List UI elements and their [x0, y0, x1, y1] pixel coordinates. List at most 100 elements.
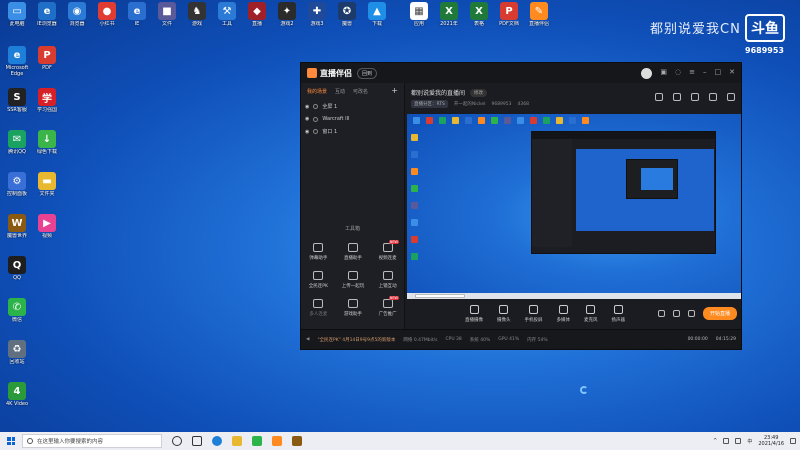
desktop-app-icon: ♻ [8, 340, 26, 358]
warcraft-icon[interactable] [292, 436, 302, 446]
start-button[interactable] [0, 432, 22, 450]
tool-item[interactable]: 直播助手 [336, 243, 371, 261]
desktop-icon[interactable]: W 魔兽世界 [2, 214, 32, 250]
screenshot-icon[interactable] [691, 93, 699, 101]
camera-icon[interactable] [657, 310, 665, 317]
control-button[interactable]: 手机投屏 [525, 305, 543, 323]
desktop-icon[interactable]: 4 4K Video [2, 382, 32, 418]
tool-item[interactable]: 上镜互动 [370, 271, 405, 289]
control-button[interactable]: 摄像头 [497, 305, 511, 323]
desktop-icon[interactable]: ✚ 游戏3 [302, 2, 332, 38]
tool-item[interactable]: 弹幕助手 [301, 243, 336, 261]
desktop-app-icon: P [500, 2, 518, 20]
desktop-icon[interactable]: ▦ 应用 [404, 2, 434, 38]
desktop-icon[interactable]: ▬ 文件夹 [32, 172, 62, 208]
network-icon[interactable] [723, 438, 730, 444]
eye-icon[interactable]: ◉ [305, 104, 309, 110]
gear-icon[interactable] [687, 310, 695, 317]
status-notice[interactable]: "全民连PK" 4月14日9号9点5的新版本 [317, 337, 395, 343]
desktop-icon[interactable]: ◆ 直播 [242, 2, 272, 38]
desktop-icon[interactable]: S SSR客服 [2, 88, 32, 124]
tool-item[interactable]: 游戏助手 [336, 299, 371, 317]
desktop-icon[interactable]: ✦ 游戏2 [272, 2, 302, 38]
desktop-icon[interactable]: ■ 文件 [152, 2, 182, 38]
minimize-icon[interactable]: – [703, 68, 707, 79]
desktop-icon[interactable]: e IE浏览器 [32, 2, 62, 38]
tool-item[interactable]: NEW 广告推广 [370, 296, 405, 317]
scene-item[interactable]: ◉ 全屏 1 [301, 100, 404, 113]
desktop-icon[interactable]: ▲ 下载 [362, 2, 392, 38]
file-explorer-icon[interactable] [232, 436, 242, 446]
scene-item[interactable]: ◉ 窗口 1 [301, 125, 404, 138]
desktop-icon[interactable]: ⚒ 工具 [212, 2, 242, 38]
chevron-up-icon[interactable]: ^ [713, 438, 717, 444]
control-button[interactable]: 扬声器 [612, 305, 625, 323]
desktop-icon[interactable]: P PDF [32, 46, 62, 82]
room-category[interactable]: 直播分区：RTS [411, 100, 448, 108]
wechat-icon[interactable] [252, 436, 262, 446]
tab-rename[interactable]: 可改名 [353, 88, 368, 95]
tool-item[interactable]: 全民连PK [301, 271, 336, 289]
desktop-icon[interactable]: Q QQ [2, 256, 32, 292]
desktop-icon[interactable]: ✆ 微信 [2, 298, 32, 334]
control-button[interactable]: 麦克风 [584, 305, 598, 323]
edge-icon[interactable] [212, 436, 222, 446]
eye-icon[interactable]: ◉ [305, 129, 309, 135]
maximize-icon[interactable]: □ [715, 68, 722, 79]
close-icon[interactable]: ✕ [729, 68, 735, 79]
notification-icon[interactable] [790, 438, 796, 444]
tool-item[interactable]: NEW 视频连麦 [370, 240, 405, 261]
menu-icon[interactable]: ≡ [689, 68, 695, 79]
lock-icon[interactable] [673, 93, 681, 101]
eye-icon[interactable]: ◉ [305, 116, 309, 122]
desktop-icon[interactable]: X 表格 [464, 2, 494, 38]
task-view-icon[interactable] [192, 436, 202, 446]
start-stream-button[interactable]: 开始直播 [702, 307, 737, 320]
control-icon [558, 305, 568, 314]
desktop-icon[interactable]: e IE [122, 2, 152, 38]
lock-icon[interactable] [313, 104, 319, 109]
avatar[interactable] [641, 67, 653, 79]
layout-icon[interactable] [655, 93, 663, 101]
settings-icon[interactable]: ▣ [660, 68, 667, 79]
desktop-icon[interactable]: ▶ 视频 [32, 214, 62, 250]
desktop-icon[interactable]: ● 小红书 [92, 2, 122, 38]
lock-icon[interactable] [313, 116, 319, 122]
desktop-icon[interactable]: ⚙ 控制面板 [2, 172, 32, 208]
cortana-icon[interactable] [172, 436, 182, 446]
record-icon[interactable] [672, 310, 680, 317]
skin-icon[interactable]: ◌ [675, 68, 681, 79]
desktop-icon[interactable]: ✪ 魔兽 [332, 2, 362, 38]
volume-icon[interactable] [735, 438, 742, 444]
expand-icon[interactable] [727, 93, 735, 101]
stream-preview[interactable] [407, 114, 741, 299]
desktop-icon[interactable]: ✎ 直播伴侣 [524, 2, 554, 38]
tool-item[interactable]: 上传一起玩 [336, 271, 371, 289]
scene-item[interactable]: ◉ Warcraft III [301, 113, 404, 125]
app-badge[interactable]: 回到 [357, 67, 378, 79]
control-button[interactable]: 多媒体 [557, 305, 570, 323]
tool-icon [347, 243, 358, 252]
desktop-icon[interactable]: ✉ 腾讯QQ [2, 130, 32, 166]
desktop-icon[interactable]: ♞ 游戏 [182, 2, 212, 38]
edit-title-button[interactable]: 修改 [470, 88, 488, 97]
tool-item[interactable]: 多人连麦 [301, 299, 336, 317]
lock-icon[interactable] [313, 129, 319, 134]
add-scene-icon[interactable]: + [391, 87, 398, 95]
desktop-icon[interactable]: X 2021年 [434, 2, 464, 38]
bell-icon[interactable] [709, 93, 717, 101]
streaming-app-icon[interactable] [272, 436, 282, 446]
desktop-icon[interactable]: P PDF文档 [494, 2, 524, 38]
taskbar-search[interactable]: 在这里输入你要搜索的内容 [22, 434, 162, 448]
desktop-icon[interactable]: e Microsoft Edge [2, 46, 32, 82]
tab-my-scenes[interactable]: 我的场景 [307, 88, 327, 95]
desktop-icon[interactable]: ▭ 此电脑 [2, 2, 32, 38]
clock[interactable]: 23:49 2021/4/16 [758, 435, 784, 447]
desktop-icon[interactable]: ♻ 回收站 [2, 340, 32, 376]
tab-interact[interactable]: 互动 [335, 88, 345, 95]
control-button[interactable]: 直播摄像 [465, 305, 483, 323]
ime-icon[interactable]: 中 [747, 438, 752, 445]
desktop-icon[interactable]: ◉ 浏览器 [62, 2, 92, 38]
desktop-icon[interactable]: ↓ 绿色下载 [32, 130, 62, 166]
desktop-icon[interactable]: 学学习强国 [32, 88, 62, 124]
